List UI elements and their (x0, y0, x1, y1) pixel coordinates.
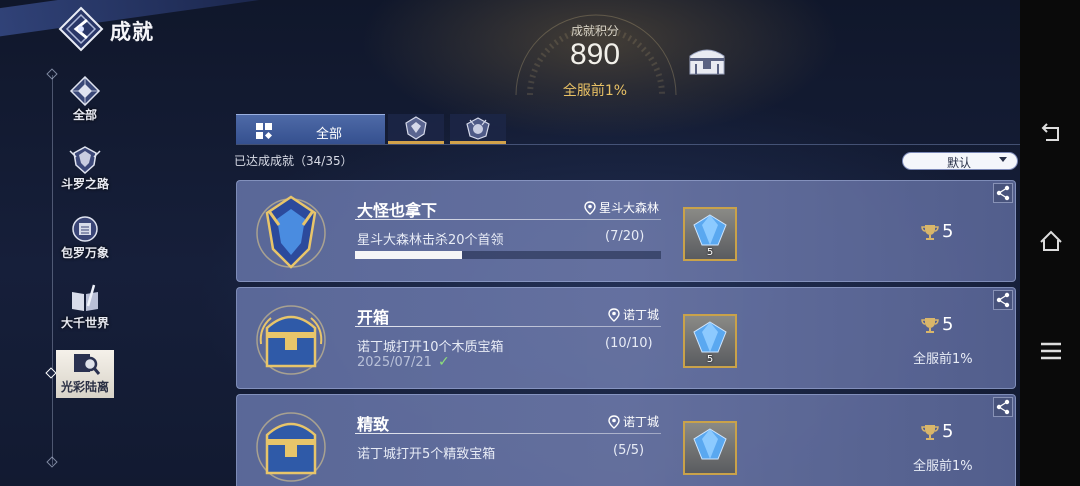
reward-item[interactable] (683, 421, 737, 475)
blue-gem-icon (693, 428, 727, 460)
share-icon (996, 185, 1010, 201)
score-rank: 全服前1% (562, 83, 628, 99)
diamond-compass-icon (69, 76, 101, 106)
tab-underline (236, 144, 1020, 145)
reward-item[interactable]: 5 (683, 314, 737, 368)
sidebar-item-great-world[interactable]: 大千世界 (56, 284, 114, 336)
tier-crest-icon (466, 117, 490, 140)
achievement-card[interactable]: 大怪也拿下 星斗大森林 星斗大森林击杀20个首领 (7/20) 5 5 (236, 180, 1016, 282)
location-pin-icon (584, 200, 596, 215)
achievement-count: (7/20) (605, 229, 645, 244)
treasure-chest-icon[interactable] (686, 46, 728, 76)
tab-tier-2[interactable] (450, 114, 506, 144)
progress-bar (355, 251, 661, 259)
tab-tier-1[interactable] (388, 114, 444, 144)
achievement-points: 5 (921, 221, 953, 242)
title-divider (355, 219, 661, 220)
points-value: 5 (942, 221, 954, 242)
tab-all-label: 全部 (316, 127, 343, 142)
chevron-down-icon (999, 157, 1007, 162)
achievement-screen: 成就 全部 斗罗之路 包罗万象 大千世界 光彩陆离 成就积分 890 全服前1%… (0, 0, 1020, 486)
emblem-icon (72, 216, 98, 242)
achievement-count: (10/10) (605, 336, 653, 351)
camera-magnifier-icon (74, 354, 101, 375)
sidebar-item-label: 斗罗之路 (60, 177, 109, 191)
completed-count: 已达成成就（34/35） (234, 154, 353, 168)
achievement-description: 星斗大森林击杀20个首领 (357, 233, 504, 248)
sidebar-item-douluo-road[interactable]: 斗罗之路 (56, 145, 114, 197)
achievement-rank: 全服前1% (913, 352, 973, 367)
blue-gem-icon (693, 214, 727, 246)
trophy-icon (921, 224, 939, 240)
page-title: 成就 (110, 20, 154, 44)
trophy-icon (921, 424, 939, 440)
achievement-badge-icon (256, 195, 326, 269)
sidebar-item-dazzling[interactable]: 光彩陆离 (56, 350, 114, 398)
check-icon: ✓ (437, 354, 450, 370)
score-value: 890 (569, 38, 621, 71)
crest-icon (69, 146, 101, 175)
sidebar-rail (52, 75, 53, 465)
reward-quantity: 5 (706, 354, 714, 365)
book-sword-icon (72, 284, 98, 311)
achievement-description: 诺丁城打开5个精致宝箱 (357, 447, 496, 462)
achievement-points: 5 (921, 314, 953, 335)
sidebar-item-all[interactable]: 全部 (56, 76, 114, 128)
achievement-title: 精致 (357, 415, 390, 434)
location-pin-icon (608, 307, 620, 322)
tab-all[interactable]: 全部 (236, 114, 385, 144)
points-value: 5 (942, 314, 954, 335)
sidebar-item-label: 全部 (72, 108, 97, 122)
achievement-points: 5 (921, 421, 953, 442)
achievement-rank: 全服前1% (913, 459, 973, 474)
achievement-card[interactable]: 精致 诺丁城 诺丁城打开5个精致宝箱 (5/5) 5 全服前1% (236, 394, 1016, 486)
reward-item[interactable]: 5 (683, 207, 737, 261)
title-divider (355, 433, 661, 434)
score-label: 成就积分 (570, 24, 619, 38)
achievement-location: 诺丁城 (608, 413, 659, 430)
location-label: 星斗大森林 (598, 201, 659, 215)
sidebar-item-label: 包罗万象 (60, 246, 109, 260)
points-value: 5 (942, 421, 954, 442)
tier-badge-icon (405, 116, 427, 140)
achievement-location: 诺丁城 (608, 306, 659, 323)
share-button[interactable] (993, 397, 1013, 417)
sidebar-item-label: 大千世界 (60, 316, 109, 330)
achievement-title: 开箱 (357, 308, 390, 327)
date-text: 2025/07/21 (357, 354, 432, 370)
completion-date: 2025/07/21 ✓ (357, 354, 450, 370)
achievement-location: 星斗大森林 (584, 199, 659, 216)
treasure-badge-icon (256, 305, 326, 375)
home-icon[interactable] (1038, 228, 1064, 254)
share-icon (996, 292, 1010, 308)
blue-gem-icon (693, 321, 727, 353)
location-pin-icon (608, 414, 620, 429)
treasure-badge-icon (256, 412, 326, 482)
reward-quantity: 5 (706, 247, 714, 258)
achievement-logo-icon (58, 6, 104, 52)
system-navigation-bar (1020, 0, 1080, 486)
back-icon[interactable] (1038, 120, 1064, 146)
achievement-description: 诺丁城打开10个木质宝箱 (357, 340, 504, 355)
progress-fill (355, 251, 463, 259)
trophy-icon (921, 317, 939, 333)
achievement-title: 大怪也拿下 (357, 201, 438, 220)
achievement-card[interactable]: 开箱 诺丁城 诺丁城打开10个木质宝箱 (10/10) 2025/07/21 ✓… (236, 287, 1016, 389)
location-label: 诺丁城 (622, 308, 659, 322)
sort-value: 默认 (947, 156, 972, 170)
active-nav-marker (45, 367, 57, 379)
title-divider (355, 326, 661, 327)
rail-bottom-diamond (46, 456, 58, 468)
share-button[interactable] (993, 290, 1013, 310)
share-icon (996, 399, 1010, 415)
grid-icon (256, 123, 272, 139)
location-label: 诺丁城 (622, 415, 659, 429)
achievement-count: (5/5) (613, 443, 645, 458)
sort-dropdown[interactable]: 默认 (902, 152, 1018, 170)
sidebar-item-label: 光彩陆离 (60, 380, 109, 394)
sidebar-item-all-inclusive[interactable]: 包罗万象 (56, 214, 114, 266)
menu-icon[interactable] (1038, 338, 1064, 364)
share-button[interactable] (993, 183, 1013, 203)
